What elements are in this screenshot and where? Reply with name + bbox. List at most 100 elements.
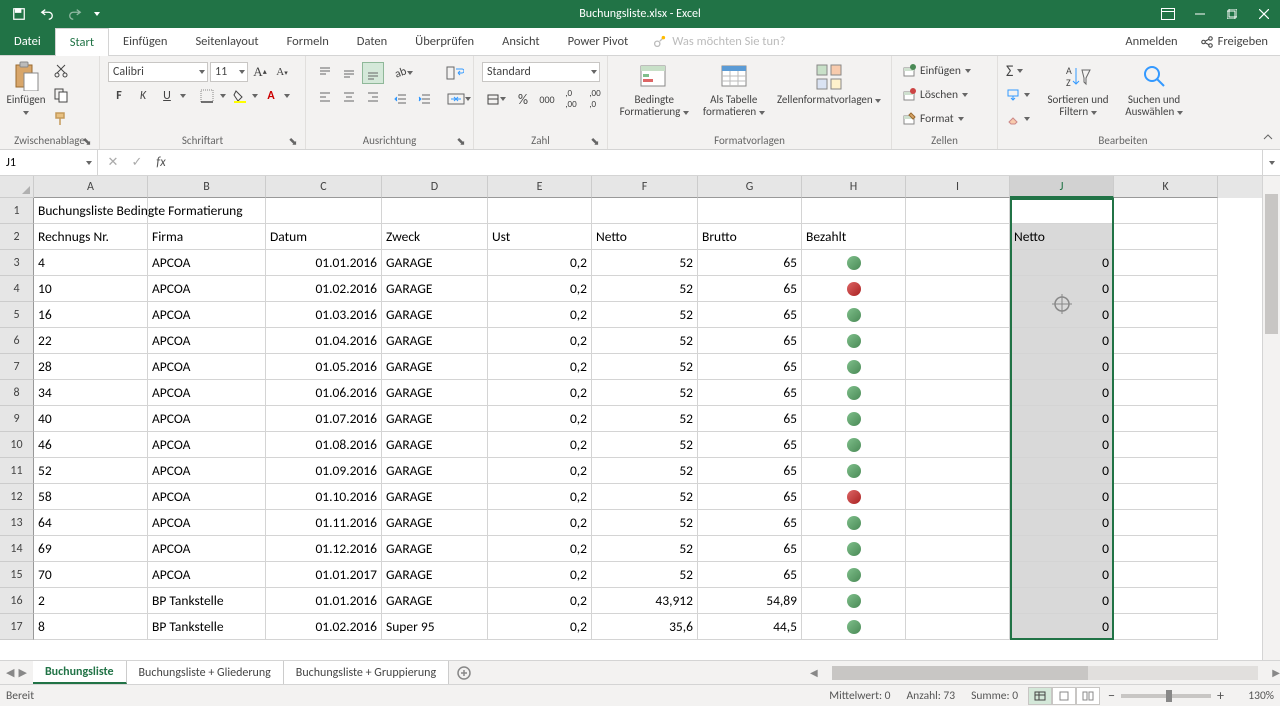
row-header-16[interactable]: 16: [0, 588, 34, 614]
row-header-7[interactable]: 7: [0, 354, 34, 380]
close-button[interactable]: [1248, 0, 1280, 28]
name-box[interactable]: J1: [0, 150, 98, 175]
cell-D14[interactable]: GARAGE: [382, 536, 488, 562]
cell-I5[interactable]: [906, 302, 1010, 328]
cell-H11[interactable]: [802, 458, 906, 484]
cell-D5[interactable]: GARAGE: [382, 302, 488, 328]
cell-K17[interactable]: [1114, 614, 1218, 640]
cell-B8[interactable]: APCOA: [148, 380, 266, 406]
find-select-button[interactable]: Suchen und Auswählen: [1116, 58, 1192, 118]
cell-J12[interactable]: 0: [1010, 484, 1114, 510]
cell-K2[interactable]: [1114, 224, 1218, 250]
save-button[interactable]: [6, 2, 32, 26]
cell-A16[interactable]: 2: [34, 588, 148, 614]
align-top[interactable]: [314, 62, 336, 84]
cell-G15[interactable]: 65: [698, 562, 802, 588]
row-header-11[interactable]: 11: [0, 458, 34, 484]
cell-G13[interactable]: 65: [698, 510, 802, 536]
cell-G4[interactable]: 65: [698, 276, 802, 302]
cell-G12[interactable]: 65: [698, 484, 802, 510]
tab-formulas[interactable]: Formeln: [273, 28, 343, 55]
cell-A6[interactable]: 22: [34, 328, 148, 354]
cell-B14[interactable]: APCOA: [148, 536, 266, 562]
cell-C5[interactable]: 01.03.2016: [266, 302, 382, 328]
increase-decimal[interactable]: ,0,00: [560, 88, 582, 110]
cell-I3[interactable]: [906, 250, 1010, 276]
page-break-view-button[interactable]: [1076, 687, 1100, 705]
align-center[interactable]: [338, 86, 360, 108]
align-middle[interactable]: [338, 62, 360, 84]
cell-H6[interactable]: [802, 328, 906, 354]
ribbon-display-options[interactable]: [1152, 0, 1184, 28]
cell-I16[interactable]: [906, 588, 1010, 614]
sheet-tab-0[interactable]: Buchungsliste: [33, 661, 127, 684]
cell-K15[interactable]: [1114, 562, 1218, 588]
redo-button[interactable]: [62, 2, 88, 26]
cell-C4[interactable]: 01.02.2016: [266, 276, 382, 302]
cell-D11[interactable]: GARAGE: [382, 458, 488, 484]
cell-B5[interactable]: APCOA: [148, 302, 266, 328]
cell-H10[interactable]: [802, 432, 906, 458]
cell-H14[interactable]: [802, 536, 906, 562]
conditional-formatting-button[interactable]: Bedingte Formatierung: [612, 58, 696, 118]
format-cells-button[interactable]: Format: [898, 108, 975, 130]
expand-formula-bar[interactable]: [1262, 150, 1280, 175]
cell-F4[interactable]: 52: [592, 276, 698, 302]
comma-format[interactable]: 000: [536, 88, 558, 110]
wrap-text-button[interactable]: [442, 62, 468, 84]
cell-B4[interactable]: APCOA: [148, 276, 266, 302]
cell-B6[interactable]: APCOA: [148, 328, 266, 354]
col-header-K[interactable]: K: [1114, 176, 1218, 198]
cell-F12[interactable]: 52: [592, 484, 698, 510]
align-left[interactable]: [314, 86, 336, 108]
row-header-3[interactable]: 3: [0, 250, 34, 276]
col-header-I[interactable]: I: [906, 176, 1010, 198]
cell-E12[interactable]: 0,2: [488, 484, 592, 510]
minimize-button[interactable]: [1184, 0, 1216, 28]
col-header-H[interactable]: H: [802, 176, 906, 198]
cell-E11[interactable]: 0,2: [488, 458, 592, 484]
cell-C9[interactable]: 01.07.2016: [266, 406, 382, 432]
cell-A9[interactable]: 40: [34, 406, 148, 432]
cell-G10[interactable]: 65: [698, 432, 802, 458]
cell-J9[interactable]: 0: [1010, 406, 1114, 432]
cell-E17[interactable]: 0,2: [488, 614, 592, 640]
col-header-A[interactable]: A: [34, 176, 148, 198]
cell-E13[interactable]: 0,2: [488, 510, 592, 536]
cell-H1[interactable]: [802, 198, 906, 224]
fill-button[interactable]: [1004, 84, 1038, 106]
cell-F7[interactable]: 52: [592, 354, 698, 380]
col-header-G[interactable]: G: [698, 176, 802, 198]
cell-F8[interactable]: 52: [592, 380, 698, 406]
insert-cells-button[interactable]: Einfügen: [898, 60, 975, 82]
cell-J17[interactable]: 0: [1010, 614, 1114, 640]
merge-center-button[interactable]: [442, 88, 476, 110]
tab-home[interactable]: Start: [55, 28, 109, 56]
clear-button[interactable]: [1004, 108, 1038, 130]
percent-format[interactable]: %: [512, 88, 534, 110]
cell-J2[interactable]: Netto: [1010, 224, 1114, 250]
orientation-button[interactable]: ab: [390, 62, 418, 84]
row-header-4[interactable]: 4: [0, 276, 34, 302]
zoom-slider[interactable]: [1121, 694, 1211, 698]
insert-function[interactable]: fx: [150, 152, 172, 174]
cell-B7[interactable]: APCOA: [148, 354, 266, 380]
collapse-ribbon[interactable]: [1262, 131, 1278, 147]
row-header-5[interactable]: 5: [0, 302, 34, 328]
cell-B2[interactable]: Firma: [148, 224, 266, 250]
cell-H4[interactable]: [802, 276, 906, 302]
cell-C1[interactable]: [266, 198, 382, 224]
cell-A5[interactable]: 16: [34, 302, 148, 328]
cell-C11[interactable]: 01.09.2016: [266, 458, 382, 484]
number-launcher[interactable]: ⬊: [589, 135, 601, 147]
cell-G1[interactable]: [698, 198, 802, 224]
col-header-J[interactable]: J: [1010, 176, 1114, 198]
autosum-button[interactable]: Σ: [1004, 60, 1038, 82]
clipboard-launcher[interactable]: ⬊: [81, 135, 93, 147]
cell-E8[interactable]: 0,2: [488, 380, 592, 406]
cell-F13[interactable]: 52: [592, 510, 698, 536]
cell-E14[interactable]: 0,2: [488, 536, 592, 562]
row-header-14[interactable]: 14: [0, 536, 34, 562]
qat-customize[interactable]: [90, 2, 104, 26]
cell-K11[interactable]: [1114, 458, 1218, 484]
